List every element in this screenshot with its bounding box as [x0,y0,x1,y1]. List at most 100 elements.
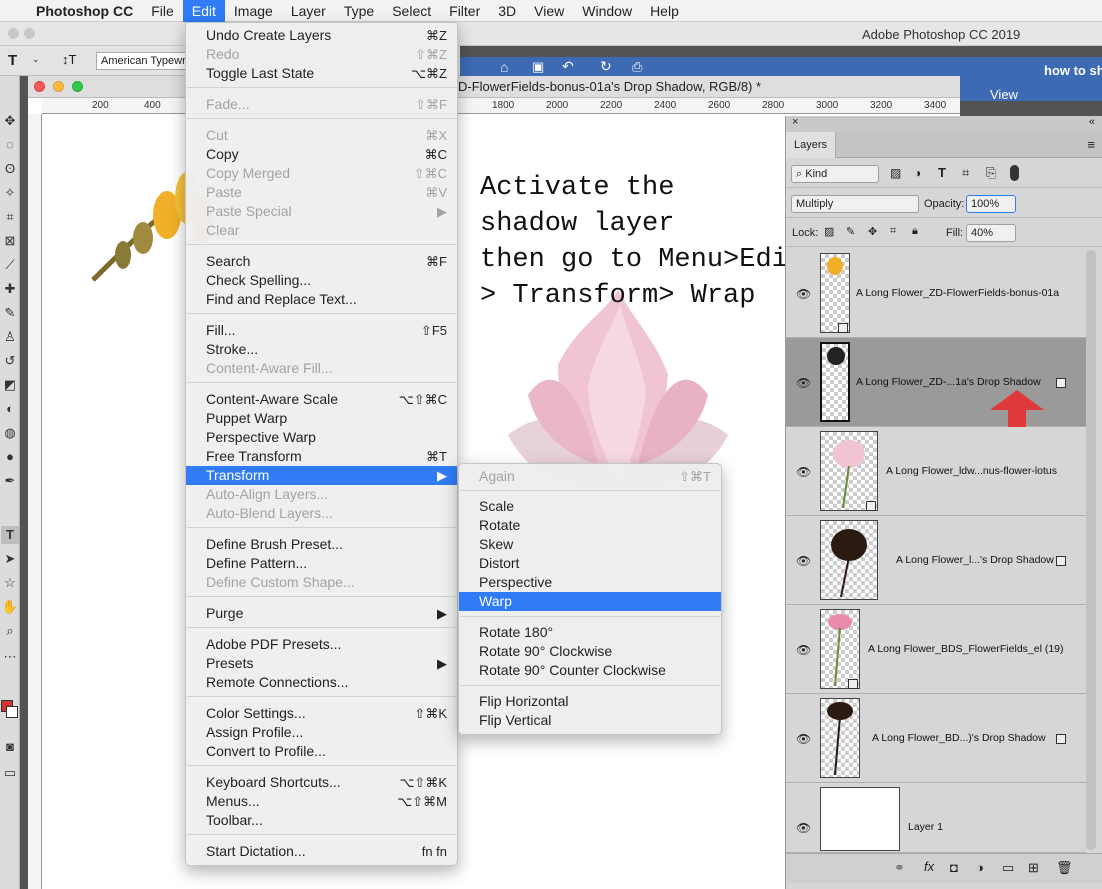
eye-icon[interactable]: 👁︎ [796,821,811,835]
menu-item-presets[interactable]: Presets ▶ [186,654,457,673]
blur-tool-icon[interactable]: ◍ [1,424,19,442]
filter-type-icon[interactable]: T [938,165,946,180]
path-selection-tool-icon[interactable]: ➤ [1,550,19,568]
new-layer-icon[interactable]: ⊞ [1028,860,1039,876]
menu-item-rotate[interactable]: Rotate [459,516,721,535]
text-orientation-icon[interactable]: ↕T [62,52,76,67]
menu-item-start-dictation[interactable]: Start Dictation... fn fn [186,842,457,861]
menu-item-define-brush-preset[interactable]: Define Brush Preset... [186,535,457,554]
layer-row[interactable]: 👁︎ A Long Flower_ZD-FlowerFields-bonus-0… [786,249,1086,338]
quick-mask-icon[interactable]: ◙ [1,738,19,756]
adjustment-layer-icon[interactable]: ◑ [976,860,984,875]
lock-all-icon[interactable]: 🔒︎ [912,225,918,238]
layers-scrollbar[interactable] [1086,250,1096,850]
undo-icon[interactable]: ↶ [562,58,574,75]
screen-mode-icon[interactable]: ▭ [1,764,19,782]
folder-icon[interactable]: ▭ [1002,860,1014,876]
lasso-tool-icon[interactable]: ʘ [1,160,19,178]
menu-item-keyboard-shortcuts[interactable]: Keyboard Shortcuts... ⌥⇧⌘K [186,773,457,792]
menu-item-purge[interactable]: Purge ▶ [186,604,457,623]
stamp-tool-icon[interactable]: ♙ [1,328,19,346]
menu-item-menus[interactable]: Menus... ⌥⇧⌘M [186,792,457,811]
menu-item-remote-connections[interactable]: Remote Connections... [186,673,457,692]
blend-mode-select[interactable]: Multiply [791,195,919,213]
layer-row[interactable]: 👁︎ A Long Flower_l...'s Drop Shadow [786,516,1086,605]
close-icon[interactable]: × [792,116,798,128]
pen-tool-icon[interactable]: ✒ [1,472,19,490]
lock-transparent-icon[interactable]: ▨ [824,225,834,238]
magic-wand-tool-icon[interactable]: ✧ [1,184,19,202]
menu-item-distort[interactable]: Distort [459,554,721,573]
menu-view[interactable]: View [525,0,573,22]
menu-item-transform[interactable]: Transform ▶ [186,466,457,485]
frame-tool-icon[interactable]: ⊠ [1,232,19,250]
menu-item-assign-profile[interactable]: Assign Profile... [186,723,457,742]
chevron-down-icon[interactable]: ⌄ [32,54,40,65]
window-minimize-button[interactable] [24,28,35,39]
opacity-input[interactable]: 100% [966,195,1016,213]
type-tool-icon[interactable]: T [1,526,19,544]
menu-item-check-spelling[interactable]: Check Spelling... [186,271,457,290]
menu-item-color-settings[interactable]: Color Settings... ⇧⌘K [186,704,457,723]
menu-item-free-transform[interactable]: Free Transform ⌘T [186,447,457,466]
doc-close-button[interactable] [34,81,45,92]
filter-smart-object-icon[interactable]: ⎘ [986,165,996,181]
menu-item-skew[interactable]: Skew [459,535,721,554]
menu-item-copy[interactable]: Copy ⌘C [186,145,457,164]
hand-tool-icon[interactable]: ✋ [1,598,19,616]
tab-layers[interactable]: Layers [786,132,836,158]
menu-item-warp[interactable]: Warp [459,592,721,611]
fill-input[interactable]: 40% [966,224,1016,242]
brush-tool-icon[interactable]: ✎ [1,304,19,322]
menu-file[interactable]: File [142,0,183,22]
mask-icon[interactable]: ◘ [950,860,958,875]
menu-item-rotate-180[interactable]: Rotate 180° [459,623,721,642]
lock-position-icon[interactable]: ✥ [868,225,877,238]
menu-select[interactable]: Select [383,0,440,22]
print-icon[interactable]: ⎙ [632,59,642,75]
eye-icon[interactable]: 👁︎ [796,376,811,390]
layer-row[interactable]: 👁︎ A Long Flower_BDS_FlowerFields_el (19… [786,605,1086,694]
filter-kind-select[interactable]: ⌕ Kind [791,165,879,183]
doc-minimize-button[interactable] [53,81,64,92]
history-brush-tool-icon[interactable]: ↺ [1,352,19,370]
eye-icon[interactable]: 👁︎ [796,465,811,479]
menu-item-find-replace[interactable]: Find and Replace Text... [186,290,457,309]
menu-3d[interactable]: 3D [489,0,525,22]
eye-icon[interactable]: 👁︎ [796,554,811,568]
filter-toggle[interactable] [1010,165,1019,181]
zoom-tool-icon[interactable]: ⌕ [1,622,19,640]
menu-app-photoshop[interactable]: Photoshop CC [36,0,142,22]
eyedropper-tool-icon[interactable]: ⟋ [1,256,19,274]
move-tool-icon[interactable]: ✥ [1,112,19,130]
shape-tool-icon[interactable]: ☆ [1,574,19,592]
eraser-tool-icon[interactable]: ◩ [1,376,19,394]
marquee-tool-icon[interactable]: ◌ [1,136,19,154]
menu-item-puppet-warp[interactable]: Puppet Warp [186,409,457,428]
menu-item-define-pattern[interactable]: Define Pattern... [186,554,457,573]
background-app-view-tab[interactable]: View [990,87,1018,102]
filter-adjustment-icon[interactable]: ◑ [914,166,921,180]
menu-image[interactable]: Image [225,0,282,22]
menu-item-content-aware-scale[interactable]: Content-Aware Scale ⌥⇧⌘C [186,390,457,409]
more-tools-icon[interactable]: ⋯ [1,648,19,666]
menu-item-perspective-warp[interactable]: Perspective Warp [186,428,457,447]
home-icon[interactable]: ⌂ [500,59,508,75]
filter-pixel-icon[interactable]: ▨ [890,166,901,180]
layer-row[interactable]: 👁︎ A Long Flower_BD...)'s Drop Shadow [786,694,1086,783]
eye-icon[interactable]: 👁︎ [796,643,811,657]
healing-tool-icon[interactable]: ✚ [1,280,19,298]
menu-help[interactable]: Help [641,0,688,22]
lock-artboard-icon[interactable]: ⌗ [890,225,896,238]
menu-item-stroke[interactable]: Stroke... [186,340,457,359]
window-close-button[interactable] [8,28,19,39]
gradient-tool-icon[interactable]: ◐ [1,400,19,418]
menu-item-undo[interactable]: Undo Create Layers ⌘Z [186,26,457,45]
menu-item-flip-vertical[interactable]: Flip Vertical [459,711,721,730]
menu-item-toggle-last-state[interactable]: Toggle Last State ⌥⌘Z [186,64,457,83]
layer-row[interactable]: 👁︎ Layer 1 [786,783,1086,853]
menu-filter[interactable]: Filter [440,0,489,22]
trash-icon[interactable]: 🗑︎ [1056,860,1073,876]
menu-item-rotate-90-cw[interactable]: Rotate 90° Clockwise [459,642,721,661]
menu-item-perspective[interactable]: Perspective [459,573,721,592]
